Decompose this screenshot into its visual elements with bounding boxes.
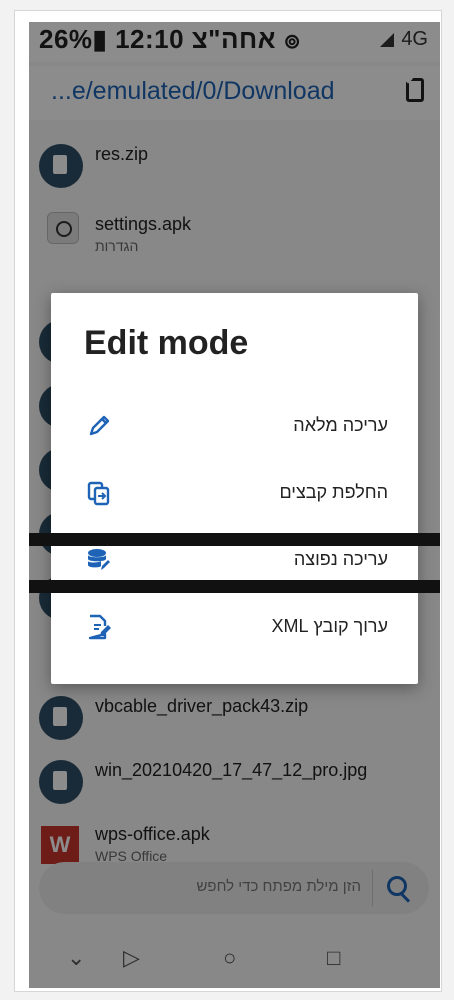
redaction-bar xyxy=(29,533,440,546)
option-label: ערוך קובץ XML xyxy=(271,616,388,636)
option-label: החלפת קבצים xyxy=(279,482,388,502)
option-replace-files[interactable]: החלפת קבצים xyxy=(51,462,418,526)
option-label: עריכה מלאה xyxy=(293,415,388,435)
file-swap-icon xyxy=(87,481,110,506)
file-edit-icon xyxy=(88,614,111,640)
option-full-edit[interactable]: עריכה מלאה xyxy=(51,395,418,459)
phone-screen: אחה"צ 12:10 ▮26% ⊚ 4G ...e/emulated/0/Do… xyxy=(29,22,440,988)
dialog-title: Edit mode xyxy=(84,324,249,362)
database-edit-icon xyxy=(88,549,110,570)
option-label: עריכה נפוצה xyxy=(293,549,388,569)
edit-mode-dialog: Edit mode עריכה מלאה החלפת קבצים עריכה נ… xyxy=(51,293,418,684)
redaction-bar xyxy=(29,580,440,593)
option-edit-xml[interactable]: ערוך קובץ XML xyxy=(51,596,418,660)
pencil-icon xyxy=(89,415,110,436)
